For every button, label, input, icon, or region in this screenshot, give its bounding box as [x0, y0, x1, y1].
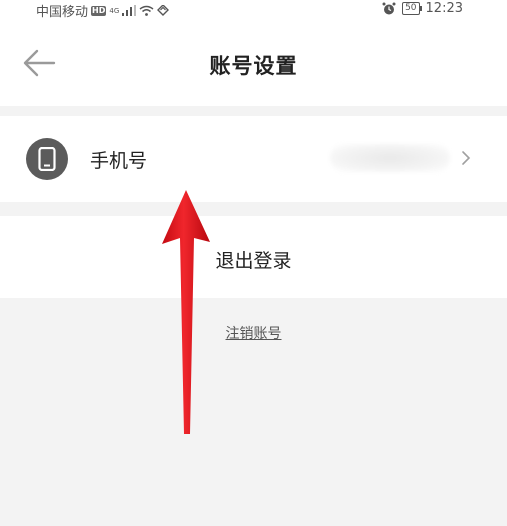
logout-label: 退出登录: [215, 250, 292, 272]
chevron-right-icon: [462, 151, 471, 165]
status-left: 中国移动 HD 4G: [36, 1, 170, 20]
cancel-account-link[interactable]: 注销账号: [0, 323, 507, 343]
phone-number-value-blurred: [330, 144, 450, 172]
account-settings-screen: 中国移动 HD 4G 50 12:23 账号设置 手机号 退出登录 注销账号: [0, 0, 507, 526]
mobile-phone-icon: [38, 147, 56, 171]
header: 账号设置: [0, 22, 507, 106]
wifi-icon: [139, 5, 154, 16]
status-right: 50 12:23: [382, 1, 463, 16]
signal-icon: [122, 5, 137, 16]
section-divider: [0, 106, 507, 116]
phone-number-row[interactable]: 手机号: [0, 116, 507, 202]
alarm-icon: [382, 2, 396, 14]
carrier-name: 中国移动: [36, 5, 89, 20]
battery-icon: 50: [402, 2, 423, 15]
location-icon: [157, 5, 170, 16]
phone-number-label: 手机号: [90, 150, 148, 172]
network-type: 4G: [109, 6, 120, 15]
section-divider: [0, 202, 507, 216]
phone-icon-container: [26, 138, 68, 180]
status-bar: 中国移动 HD 4G 50 12:23: [0, 0, 507, 22]
clock-time: 12:23: [425, 1, 463, 16]
page-title: 账号设置: [209, 54, 298, 78]
logout-button[interactable]: 退出登录: [0, 216, 507, 298]
hd-badge: HD: [91, 5, 107, 16]
